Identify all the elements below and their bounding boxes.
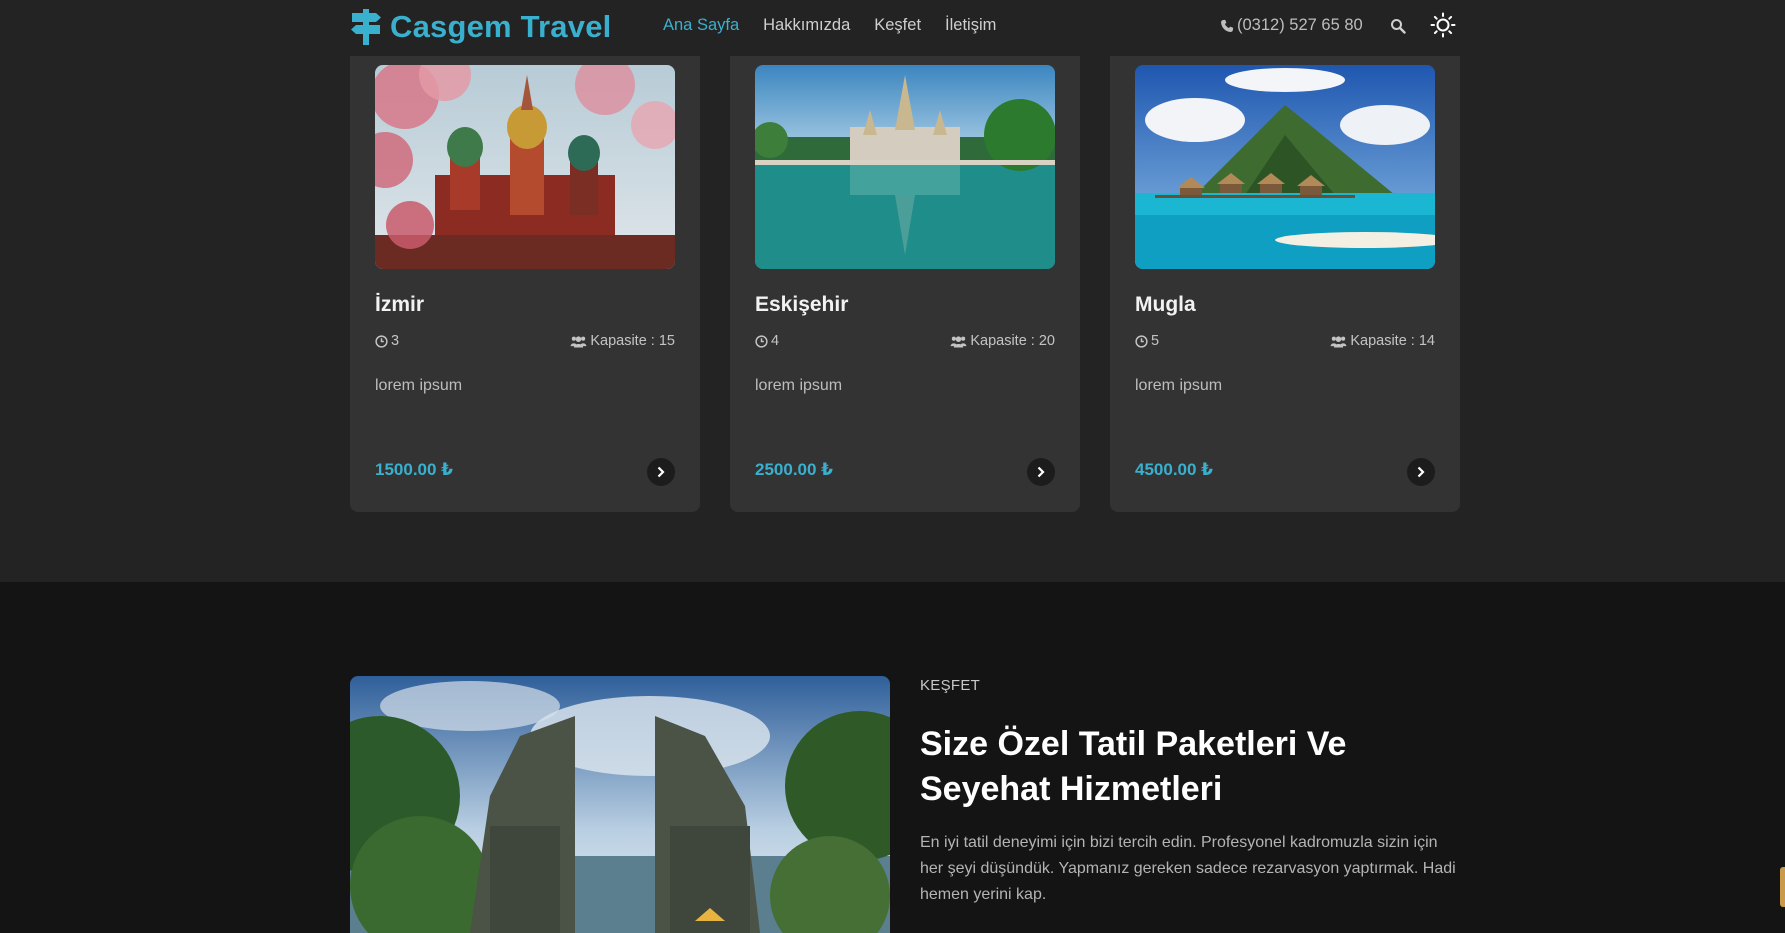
top-navbar: Casgem Travel Ana Sayfa Hakkımızda Keşfe… [0, 0, 1785, 56]
sun-icon[interactable] [1430, 12, 1456, 38]
phone-contact[interactable]: (0312) 527 65 80 [1220, 16, 1363, 35]
tour-capacity: Kapasite : 14 [1330, 333, 1435, 349]
tour-detail-button[interactable] [1027, 458, 1055, 486]
users-icon [1330, 335, 1347, 348]
tour-card[interactable]: Eskişehir 4 Kapasite : 20 lorem ipsum 25… [730, 40, 1080, 512]
tour-card[interactable]: İzmir 3 Kapasite : 15 lorem ipsum 1500.0… [350, 40, 700, 512]
explore-kicker: KEŞFET [920, 677, 981, 694]
tour-description: lorem ipsum [375, 377, 463, 394]
phone-icon [1221, 19, 1234, 32]
tour-meta: 5 Kapasite : 14 [1135, 333, 1435, 353]
tour-price: 1500.00 ₺ [375, 460, 454, 479]
explore-headline: Size Özel Tatil Paketleri Ve Seyehat Hiz… [920, 725, 1347, 808]
tour-days: 5 [1135, 333, 1159, 349]
tour-price: 4500.00 ₺ [1135, 460, 1214, 479]
tour-title: İzmir [375, 293, 425, 316]
users-icon [570, 335, 587, 348]
tour-days-value: 5 [1151, 333, 1160, 349]
tour-description: lorem ipsum [1135, 377, 1223, 394]
tour-days-value: 4 [771, 333, 780, 349]
tour-capacity-value: Kapasite : 15 [590, 333, 675, 349]
chevron-right-icon [657, 466, 665, 478]
clock-icon [755, 334, 768, 348]
nav-item-ana-sayfa[interactable]: Ana Sayfa [663, 16, 739, 35]
main-nav: Ana Sayfa Hakkımızda Keşfet İletişim [663, 16, 1020, 35]
brand-name: Casgem Travel [390, 9, 612, 44]
tour-meta: 4 Kapasite : 20 [755, 333, 1055, 353]
tour-card[interactable]: Mugla 5 Kapasite : 14 lorem ipsum 4500.0… [1110, 40, 1460, 512]
explore-paragraph: En iyi tatil deneyimi için bizi tercih e… [920, 834, 1456, 903]
tour-days: 3 [375, 333, 399, 349]
tour-image [375, 65, 675, 269]
clock-icon [1135, 334, 1148, 348]
tour-meta: 3 Kapasite : 15 [375, 333, 675, 353]
users-icon [950, 335, 967, 348]
tour-capacity-value: Kapasite : 14 [1350, 333, 1435, 349]
tour-image [755, 65, 1055, 269]
chevron-right-icon [1417, 466, 1425, 478]
tour-capacity: Kapasite : 15 [570, 333, 675, 349]
tour-title: Eskişehir [755, 293, 849, 316]
tour-capacity: Kapasite : 20 [950, 333, 1055, 349]
explore-section: KEŞFET Size Özel Tatil Paketleri Ve Seye… [0, 582, 1785, 933]
tour-image [1135, 65, 1435, 269]
explore-image [350, 676, 890, 933]
tour-description: lorem ipsum [755, 377, 843, 394]
tour-detail-button[interactable] [1407, 458, 1435, 486]
tour-price: 2500.00 ₺ [755, 460, 834, 479]
tour-days-value: 3 [391, 333, 400, 349]
chevron-right-icon [1037, 466, 1045, 478]
search-icon[interactable] [1390, 18, 1406, 34]
nav-item-kesfet[interactable]: Keşfet [874, 16, 921, 35]
clock-icon [375, 334, 388, 348]
tour-detail-button[interactable] [647, 458, 675, 486]
tour-days: 4 [755, 333, 779, 349]
phone-number: (0312) 527 65 80 [1237, 16, 1363, 34]
nav-item-iletisim[interactable]: İletişim [945, 16, 996, 35]
side-tab[interactable] [1780, 867, 1785, 907]
brand-logo[interactable]: Casgem Travel [350, 9, 611, 45]
tour-capacity-value: Kapasite : 20 [970, 333, 1055, 349]
tour-title: Mugla [1135, 293, 1196, 316]
nav-item-hakkimizda[interactable]: Hakkımızda [763, 16, 850, 35]
signpost-icon [351, 9, 381, 45]
